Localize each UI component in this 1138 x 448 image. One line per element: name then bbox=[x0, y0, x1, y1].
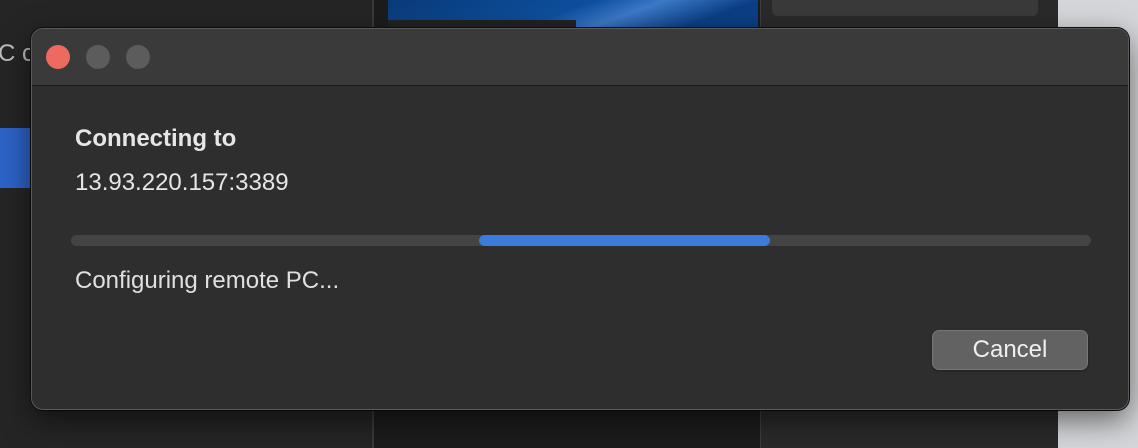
minimize-window-button bbox=[86, 45, 110, 69]
background-selected-item bbox=[0, 128, 30, 188]
close-window-button[interactable] bbox=[46, 45, 70, 69]
status-text: Configuring remote PC... bbox=[75, 267, 340, 294]
zoom-window-button bbox=[126, 45, 150, 69]
connecting-dialog: Connecting to 13.93.220.157:3389 Configu… bbox=[31, 28, 1129, 410]
progress-bar bbox=[71, 235, 1091, 246]
background-sidebar-text: C c bbox=[0, 40, 34, 67]
background-inspector-field bbox=[772, 0, 1038, 16]
progress-indicator bbox=[479, 235, 770, 246]
dialog-titlebar bbox=[32, 29, 1128, 86]
host-address: 13.93.220.157:3389 bbox=[75, 169, 289, 196]
connecting-heading: Connecting to bbox=[75, 125, 237, 152]
screen: C c Connecting to 13.93.220.157:3389 Con… bbox=[0, 0, 1138, 448]
cancel-button[interactable]: Cancel bbox=[932, 330, 1088, 370]
